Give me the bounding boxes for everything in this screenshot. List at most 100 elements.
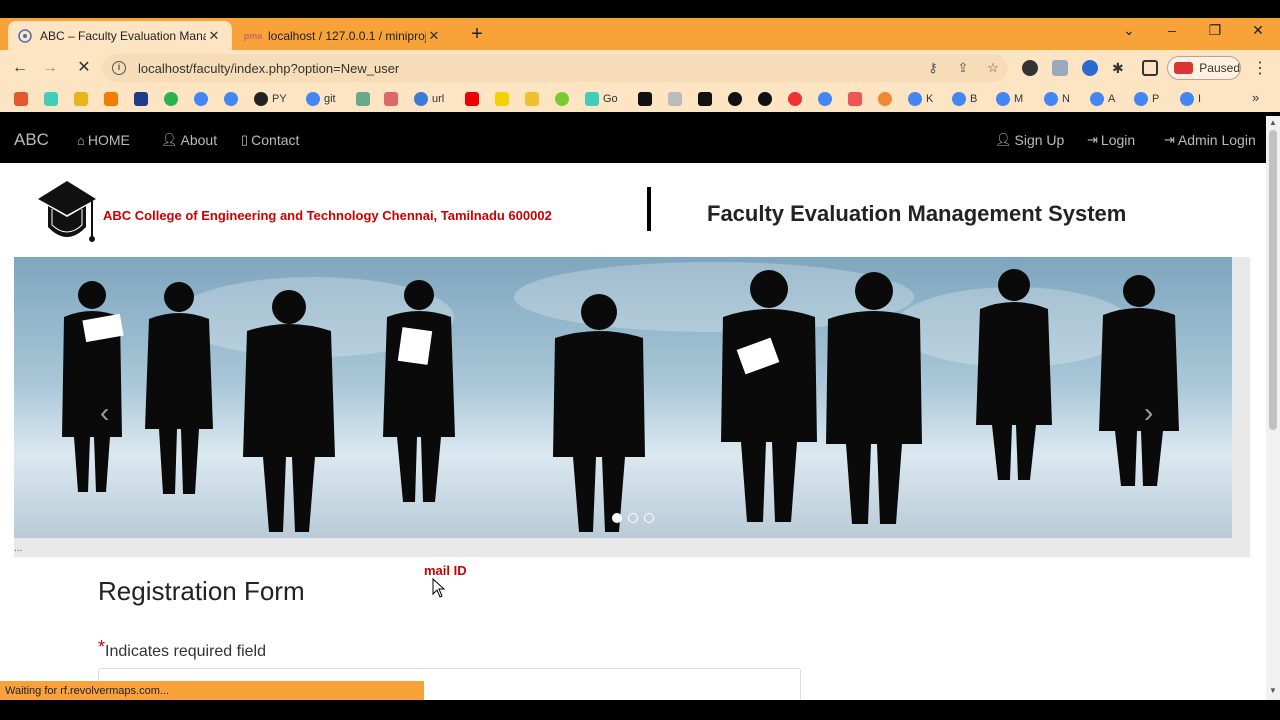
bookmark[interactable] [44, 91, 62, 107]
bookmark[interactable] [134, 91, 152, 107]
bookmark-icon [134, 92, 148, 106]
scroll-down-icon[interactable]: ▼ [1269, 686, 1277, 695]
bookmark-url[interactable]: url [414, 91, 444, 107]
bookmark-icon [384, 92, 398, 106]
bookmark-i[interactable]: I [1180, 91, 1201, 107]
google-icon [952, 92, 966, 106]
carousel-dot[interactable] [628, 513, 638, 523]
bookmark[interactable] [384, 91, 402, 107]
nav-admin-login[interactable]: ⇥ Admin Login [1164, 132, 1256, 148]
bookmark[interactable] [74, 91, 92, 107]
bookmark[interactable] [555, 91, 573, 107]
bookmark-icon [878, 92, 892, 106]
bookmark[interactable] [728, 91, 746, 107]
bookmark-m[interactable]: M [996, 91, 1023, 107]
bookmarks-overflow-icon[interactable]: » [1252, 90, 1259, 105]
close-icon[interactable]: ✕ [206, 28, 222, 44]
bookmark[interactable] [194, 91, 212, 107]
close-icon[interactable]: ✕ [426, 28, 442, 44]
bookmark[interactable] [668, 91, 686, 107]
bookmark-b[interactable]: B [952, 91, 977, 107]
bookmark-k[interactable]: K [908, 91, 933, 107]
graduation-cap-logo-icon [38, 181, 96, 242]
bookmark[interactable] [104, 91, 122, 107]
side-panel-icon[interactable] [1142, 60, 1158, 76]
nav-sign-up[interactable]: 👤︎ Sign Up [995, 132, 1064, 148]
google-icon [996, 92, 1010, 106]
bookmark-git[interactable]: git [306, 91, 336, 107]
tab-faculty-evaluation[interactable]: ABC – Faculty Evaluation Manage ✕ [8, 21, 232, 50]
header-divider [647, 187, 651, 231]
puzzle-icon[interactable]: ✱ [1112, 60, 1128, 76]
avatar [1174, 62, 1194, 74]
site-header: ABC College of Engineering and Technolog… [0, 163, 1266, 257]
scrollbar-thumb[interactable] [1269, 130, 1277, 430]
bookmark-label: Go [603, 93, 618, 105]
bookmark[interactable] [164, 91, 182, 107]
bookmark[interactable] [788, 91, 806, 107]
bookmark[interactable] [14, 91, 32, 107]
menu-icon[interactable]: ⋮ [1252, 58, 1268, 78]
bookmark[interactable] [758, 91, 776, 107]
google-icon [1134, 92, 1148, 106]
bookmark[interactable] [698, 91, 716, 107]
bookmark-go[interactable]: Go [585, 91, 618, 107]
required-star: * [98, 637, 106, 657]
restore-icon[interactable]: ❐ [1205, 22, 1225, 39]
google-icon [306, 92, 320, 106]
scroll-up-icon[interactable]: ▲ [1269, 118, 1277, 127]
bookmark-p[interactable]: P [1134, 91, 1159, 107]
forward-icon[interactable]: → [40, 58, 60, 78]
bookmark[interactable] [495, 91, 513, 107]
bookmark-n[interactable]: N [1044, 91, 1070, 107]
minimize-icon[interactable]: – [1162, 22, 1182, 38]
loading-stop-icon[interactable]: ✕ [74, 58, 94, 78]
nav-login[interactable]: ⇥ Login [1087, 132, 1135, 148]
key-icon[interactable]: ⚷ [918, 60, 948, 76]
profile-button[interactable]: Paused [1167, 56, 1241, 80]
bookmark[interactable] [818, 91, 836, 107]
nav-contact[interactable]: ▯ Contact [241, 132, 299, 148]
carousel-dot[interactable] [644, 513, 654, 523]
carousel-next-icon[interactable]: › [1144, 397, 1153, 429]
share-icon[interactable]: ⇪ [948, 60, 978, 76]
bookmark-label: P [1152, 93, 1160, 105]
back-icon[interactable]: ← [10, 58, 30, 78]
google-icon [1044, 92, 1058, 106]
bookmark-label: A [1108, 93, 1116, 105]
nav-home[interactable]: ⌂ HOME [77, 132, 130, 148]
bookmark-icon [668, 92, 682, 106]
github-icon [254, 92, 268, 106]
bookmark-icon [525, 92, 539, 106]
bookmark-icon [848, 92, 862, 106]
star-icon[interactable]: ☆ [978, 60, 1008, 76]
mouse-cursor-icon [432, 578, 446, 598]
tab-strip: ABC – Faculty Evaluation Manage ✕ pma lo… [0, 18, 1280, 50]
nav-label: Sign Up [1014, 132, 1065, 148]
new-tab-button[interactable]: + [466, 23, 488, 46]
url-text[interactable]: localhost/faculty/index.php?option=New_u… [138, 61, 918, 76]
bookmark[interactable] [638, 91, 656, 107]
address-bar[interactable]: i localhost/faculty/index.php?option=New… [102, 54, 1008, 82]
extension-icon[interactable] [1082, 60, 1098, 76]
bookmark[interactable] [465, 91, 483, 107]
info-icon[interactable]: i [112, 61, 126, 75]
tab-search-icon[interactable]: ⌄ [1119, 22, 1139, 39]
bookmark-py[interactable]: PY [254, 91, 287, 107]
bookmark[interactable] [848, 91, 866, 107]
bookmark-icon [14, 92, 28, 106]
close-window-icon[interactable]: ✕ [1248, 22, 1268, 39]
nav-about[interactable]: 👤︎ About [161, 132, 217, 148]
bookmark-a[interactable]: A [1090, 91, 1115, 107]
bookmark[interactable] [224, 91, 242, 107]
page-scrollbar[interactable]: ▲ ▼ [1266, 116, 1280, 700]
extension-icon[interactable] [1052, 60, 1068, 76]
panda-extension-icon[interactable] [1022, 60, 1038, 76]
bookmark[interactable] [878, 91, 896, 107]
tab-phpmyadmin[interactable]: pma localhost / 127.0.0.1 / miniproje ✕ [236, 21, 452, 50]
bookmark[interactable] [525, 91, 543, 107]
carousel-prev-icon[interactable]: ‹ [100, 397, 109, 429]
site-brand[interactable]: ABC [14, 130, 49, 150]
carousel-dot[interactable] [612, 513, 622, 523]
bookmark[interactable] [356, 91, 374, 107]
